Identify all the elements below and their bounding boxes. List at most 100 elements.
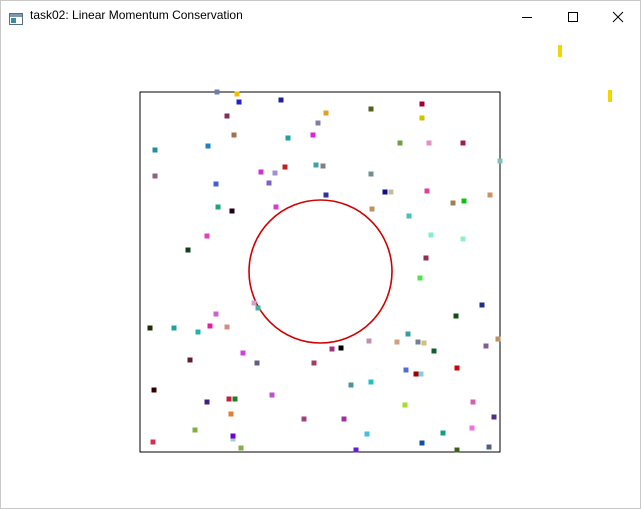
particle [187,357,193,363]
particle [486,444,492,450]
particle [231,132,237,138]
particle [232,396,238,402]
particle [348,382,354,388]
particle [418,371,424,377]
particle [320,163,326,169]
particle [323,192,329,198]
particle [483,343,489,349]
particle [192,427,198,433]
particle [204,233,210,239]
particle [313,162,319,168]
particle [195,329,201,335]
particle [240,350,246,356]
particle [369,206,375,212]
particle [266,180,272,186]
particle [301,416,307,422]
particle [426,140,432,146]
particle [185,247,191,253]
title-bar[interactable]: task02: Linear Momentum Conservation [1,1,640,32]
particle [419,115,425,121]
particle [388,189,394,195]
particle [402,402,408,408]
particle [171,325,177,331]
particle [238,445,244,451]
particle [368,379,374,385]
particle [311,360,317,366]
particle [421,340,427,346]
maximize-button[interactable] [550,1,596,32]
particle [213,311,219,317]
particle [269,392,275,398]
particle [213,181,219,187]
particle [204,399,210,405]
particle [460,236,466,242]
app-window: task02: Linear Momentum Conservation [0,0,641,509]
particle [255,305,261,311]
particle [495,336,501,342]
particle [323,110,329,116]
particle [368,171,374,177]
window-title: task02: Linear Momentum Conservation [30,8,243,22]
particle [382,189,388,195]
particle [230,433,236,439]
particle [236,99,242,105]
particle [329,346,335,352]
particle [214,89,220,95]
particle [454,365,460,371]
particle [419,440,425,446]
particle [450,200,456,206]
particle [487,192,493,198]
particle [278,97,284,103]
particle [431,348,437,354]
particle [215,204,221,210]
particle [205,143,211,149]
minimize-button[interactable] [504,1,550,32]
particle [152,147,158,153]
yellow-marker [558,45,562,57]
particle [224,113,230,119]
particle [405,331,411,337]
particle [406,213,412,219]
particle [310,132,316,138]
particle [229,208,235,214]
particle [258,169,264,175]
particle [228,411,234,417]
particle [341,416,347,422]
circle-obstacle [248,199,393,344]
particle [234,91,240,97]
particle [338,345,344,351]
particle [282,164,288,170]
particle [497,158,503,164]
particle [226,396,232,402]
particle [417,275,423,281]
particle [315,120,321,126]
particle [479,302,485,308]
particle [364,431,370,437]
maximize-icon [568,11,578,22]
particle [224,324,230,330]
particle [428,232,434,238]
close-icon [612,11,624,22]
particle [454,447,460,453]
particle [254,360,260,366]
particle [285,135,291,141]
particle [272,170,278,176]
particle [469,425,475,431]
particle [424,188,430,194]
particle [366,338,372,344]
particle [152,173,158,179]
particle [423,255,429,261]
particle [470,399,476,405]
close-button[interactable] [595,1,641,32]
particle [353,447,359,453]
particle [151,387,157,393]
particle [368,106,374,112]
particle [453,313,459,319]
particle [147,325,153,331]
particle [461,198,467,204]
app-window-icon [9,10,23,25]
yellow-marker [608,90,612,102]
particle [440,430,446,436]
particle [419,101,425,107]
simulation-canvas[interactable] [1,32,640,508]
